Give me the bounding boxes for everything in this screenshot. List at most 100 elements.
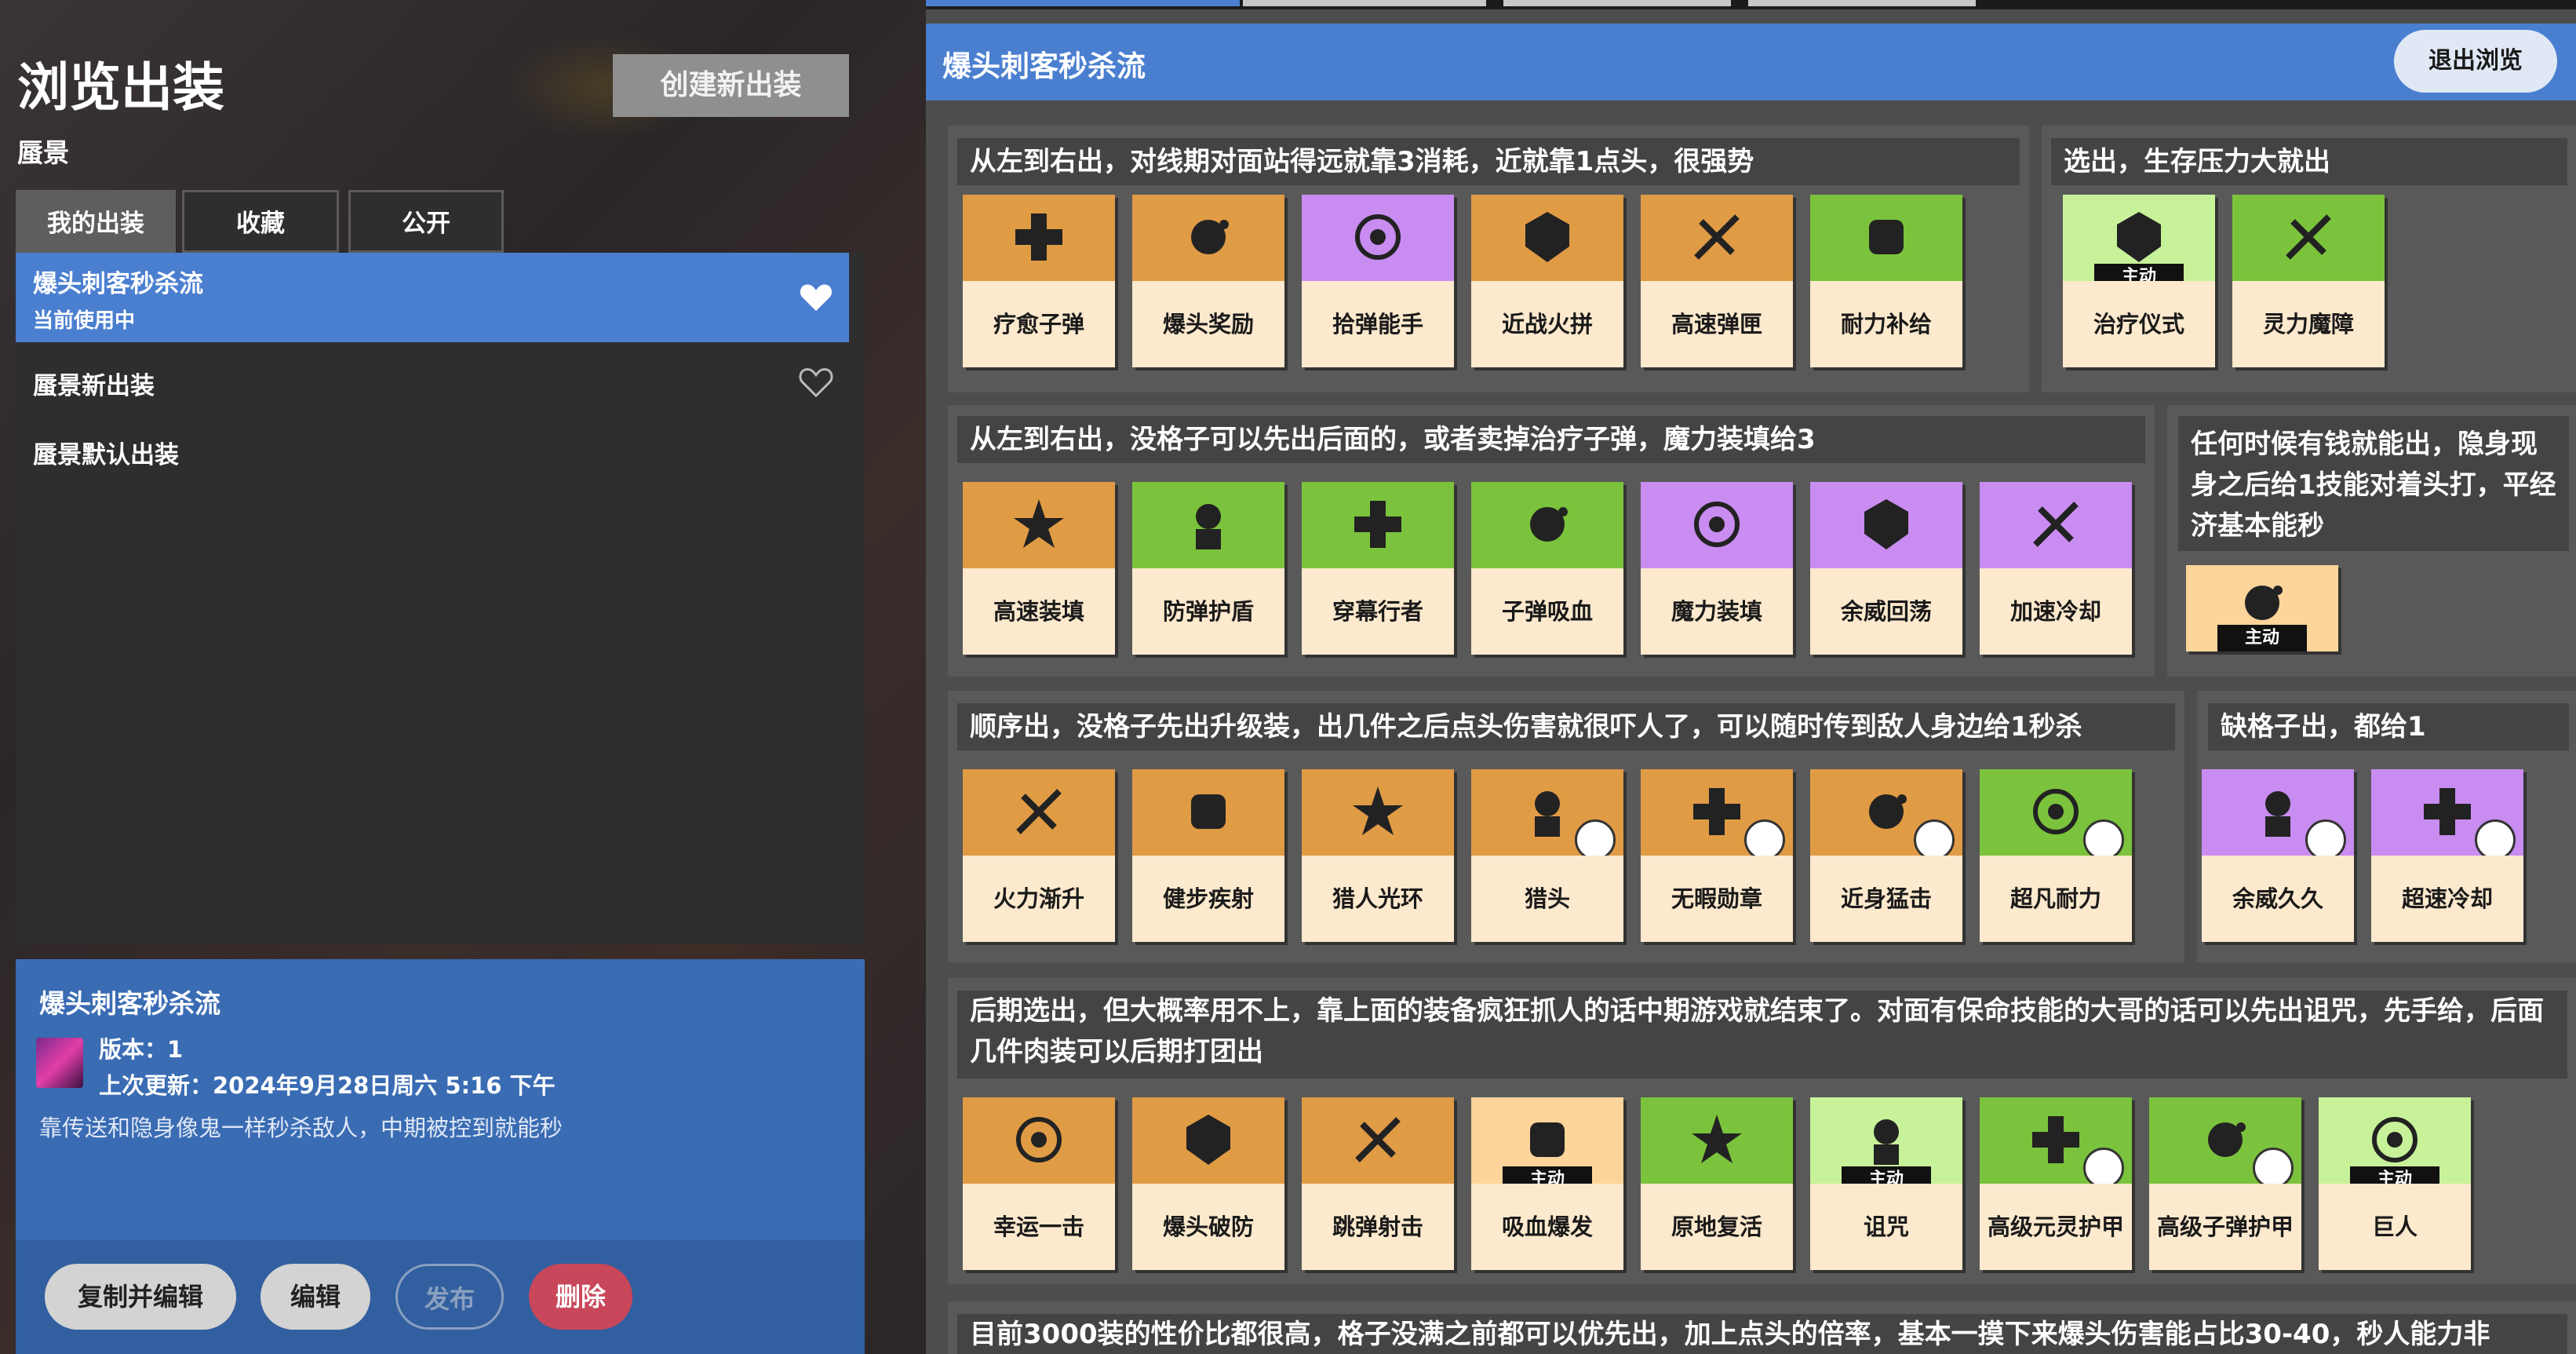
component-badge-icon — [1914, 819, 1955, 860]
item-card-art: 主动 — [2063, 195, 2215, 290]
item-card[interactable]: 爆头破防 — [1132, 1097, 1284, 1270]
delete-button[interactable]: 删除 — [529, 1264, 632, 1330]
item-name: 灵力魔障 — [2232, 281, 2385, 367]
item-name: 高级子弹护甲 — [2149, 1184, 2301, 1270]
component-badge-icon — [2083, 1148, 2124, 1188]
hero-name: 蜃景 — [17, 137, 69, 168]
item-card[interactable]: 防弹护盾 — [1132, 482, 1284, 655]
item-card[interactable]: 灵力魔障 — [2232, 195, 2385, 367]
item-card[interactable]: 子弹吸血 — [1471, 482, 1623, 655]
heart-filled-icon[interactable] — [799, 281, 833, 312]
item-card[interactable]: 猎头 — [1471, 769, 1623, 942]
item-card[interactable]: 火力渐升 — [963, 769, 1115, 942]
item-card[interactable]: 疗愈子弹 — [963, 195, 1115, 367]
item-card[interactable]: 主动 — [2186, 565, 2338, 651]
item-card[interactable]: 高速装填 — [963, 482, 1115, 655]
item-name: 疗愈子弹 — [963, 281, 1115, 367]
item-icon — [1016, 789, 1062, 834]
group-title: 选出，生存压力大就出 — [2051, 138, 2567, 185]
item-icon — [2286, 214, 2331, 260]
item-card[interactable]: 超凡耐力 — [1980, 769, 2132, 942]
active-badge: 主动 — [2217, 625, 2307, 651]
item-icon — [1530, 507, 1568, 542]
item-card[interactable]: 无暇勋章 — [1641, 769, 1793, 942]
item-icon — [1525, 212, 1569, 262]
top-strip — [926, 0, 1240, 6]
component-badge-icon — [2305, 819, 2346, 860]
heart-outline-icon[interactable] — [799, 366, 833, 397]
item-name: 吸血爆发 — [1471, 1184, 1623, 1270]
item-icon — [1694, 214, 1740, 260]
item-card[interactable]: 爆头奖励 — [1132, 195, 1284, 367]
build-status: 当前使用中 — [33, 309, 136, 333]
item-card[interactable]: 高速弹匣 — [1641, 195, 1793, 367]
item-card[interactable]: 原地复活 — [1641, 1097, 1793, 1270]
item-card[interactable]: 穿幕行者 — [1302, 482, 1454, 655]
publish-button[interactable]: 发布 — [395, 1264, 504, 1330]
item-name: 余威久久 — [2202, 856, 2354, 942]
item-card[interactable]: 主动 巨人 — [2319, 1097, 2471, 1270]
item-icon — [2265, 791, 2290, 837]
item-card-art — [1641, 769, 1793, 860]
copy-edit-button[interactable]: 复制并编辑 — [45, 1264, 236, 1330]
item-card[interactable]: 主动 吸血爆发 — [1471, 1097, 1623, 1270]
item-card-art — [1980, 482, 2132, 568]
item-card-art — [1302, 1097, 1454, 1184]
exit-browse-button[interactable]: 退出浏览 — [2394, 30, 2557, 93]
group-title: 任何时候有钱就能出，隐身现身之后给1技能对着头打，平经济基本能秒 — [2178, 416, 2569, 551]
item-card[interactable]: 耐力补给 — [1810, 195, 1962, 367]
create-build-button[interactable]: 创建新出装 — [613, 54, 849, 117]
item-card[interactable]: 健步疾射 — [1132, 769, 1284, 942]
item-name: 诅咒 — [1810, 1184, 1962, 1270]
build-name: 蜃景新出装 — [33, 372, 155, 400]
edit-button[interactable]: 编辑 — [261, 1264, 370, 1330]
item-icon — [1355, 214, 1401, 260]
detail-description: 靠传送和隐身像鬼一样秒杀敌人，中期被控到就能秒 — [39, 1115, 563, 1141]
item-name: 无暇勋章 — [1641, 856, 1793, 942]
item-card[interactable]: 魔力装填 — [1641, 482, 1793, 655]
item-card-art — [1810, 769, 1962, 860]
tab-favorites[interactable]: 收藏 — [182, 190, 339, 253]
item-card[interactable]: 高级元灵护甲 — [1980, 1097, 2132, 1270]
item-card[interactable]: 幸运一击 — [963, 1097, 1115, 1270]
build-list-item[interactable]: 蜃景新出装 — [16, 350, 849, 413]
item-card-art: 主动 — [1810, 1097, 1962, 1193]
item-card[interactable]: 主动 治疗仪式 — [2063, 195, 2215, 367]
item-card[interactable]: 近战火拼 — [1471, 195, 1623, 367]
tab-public[interactable]: 公开 — [348, 190, 504, 253]
item-icon — [1869, 794, 1907, 829]
item-icon — [1016, 1117, 1062, 1162]
item-icon — [1014, 499, 1064, 548]
top-strip — [1243, 0, 1486, 6]
item-card-art — [1302, 769, 1454, 856]
build-list-item[interactable]: 蜃景默认出装 — [16, 421, 849, 484]
item-card[interactable]: 余威久久 — [2202, 769, 2354, 942]
item-card-art — [1641, 1097, 1793, 1184]
item-card[interactable]: 跳弹射击 — [1302, 1097, 1454, 1270]
item-card[interactable]: 主动 诅咒 — [1810, 1097, 1962, 1270]
item-name: 子弹吸血 — [1471, 568, 1623, 655]
item-icon — [1353, 786, 1403, 835]
item-icon — [1864, 499, 1908, 549]
item-card[interactable]: 加速冷却 — [1980, 482, 2132, 655]
tab-my-builds[interactable]: 我的出装 — [16, 190, 176, 253]
item-icon — [1694, 502, 1740, 547]
build-list-item[interactable]: 爆头刺客秒杀流 当前使用中 — [16, 253, 849, 342]
item-name: 高速弹匣 — [1641, 281, 1793, 367]
item-card[interactable]: 猎人光环 — [1302, 769, 1454, 942]
item-name: 治疗仪式 — [2063, 281, 2215, 367]
item-card[interactable]: 高级子弹护甲 — [2149, 1097, 2301, 1270]
item-name: 拾弹能手 — [1302, 281, 1454, 367]
item-card-art — [1810, 195, 1962, 281]
item-icon — [2208, 1122, 2246, 1157]
item-card[interactable]: 余威回荡 — [1810, 482, 1962, 655]
item-name: 穿幕行者 — [1302, 568, 1454, 655]
item-card-art — [1471, 195, 1623, 281]
item-card[interactable]: 近身猛击 — [1810, 769, 1962, 942]
item-card[interactable]: 超速冷却 — [2371, 769, 2523, 942]
item-card-art — [1132, 769, 1284, 856]
item-name: 跳弹射击 — [1302, 1184, 1454, 1270]
item-card-art — [1302, 482, 1454, 568]
item-card[interactable]: 拾弹能手 — [1302, 195, 1454, 367]
top-strip — [1748, 0, 1976, 6]
